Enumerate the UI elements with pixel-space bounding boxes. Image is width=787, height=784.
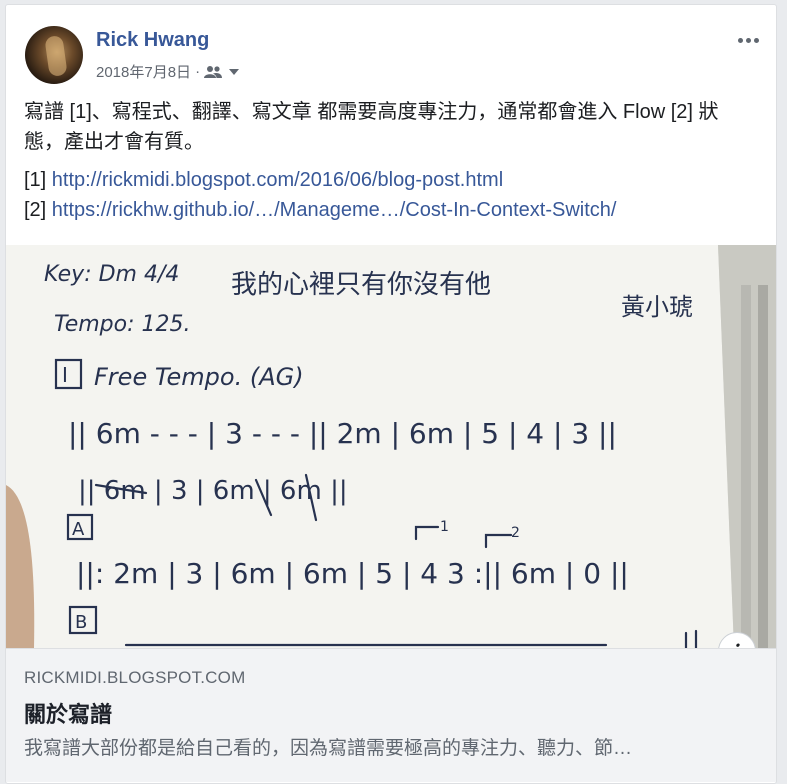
reference-2-link[interactable]: https://rickhw.github.io/…/Manageme…/Cos…: [52, 199, 617, 221]
post-card: Rick Hwang 2018年7月8日 · 寫譜 [1]、寫程式、翻譯、寫文章…: [5, 4, 777, 784]
sheet-section-i-label: I: [62, 363, 68, 387]
friends-icon[interactable]: [204, 65, 224, 79]
more-options-button[interactable]: [734, 33, 762, 47]
author-name[interactable]: Rick Hwang: [96, 29, 209, 52]
post-header: Rick Hwang 2018年7月8日 ·: [22, 23, 764, 87]
sheet-line-3: ||: 2m | 3 | 6m | 6m | 5 | 4 3 :|| 6m | …: [76, 557, 629, 590]
reference-2-label: [2]: [24, 199, 52, 221]
sheet-section-a: A: [72, 519, 85, 540]
shared-link-image[interactable]: Key: Dm 4/4 我的心裡只有你沒有他 黃小琥 Tempo: 125. I…: [6, 245, 776, 648]
sheet-tempo: Tempo: 125.: [54, 312, 191, 337]
link-preview[interactable]: RICKMIDI.BLOGSPOT.COM 關於寫譜 我寫譜大部份都是給自己看的…: [6, 648, 776, 782]
meta-separator: ·: [195, 63, 201, 80]
post-body: 寫譜 [1]、寫程式、翻譯、寫文章 都需要高度專注力，通常都會進入 Flow […: [24, 97, 758, 225]
link-description: 我寫譜大部份都是給自己看的，因為寫譜需要極高的專注力、聽力、節…: [24, 738, 633, 759]
link-domain: RICKMIDI.BLOGSPOT.COM: [24, 668, 246, 687]
dot-icon: [737, 37, 743, 43]
post-date[interactable]: 2018年7月8日: [96, 61, 191, 82]
dot-icon: [753, 37, 759, 43]
author-avatar[interactable]: [25, 26, 83, 84]
sheet-section-i: Free Tempo. (AG): [94, 363, 304, 391]
sheet-key: Key: Dm 4/4: [44, 262, 179, 287]
sheet-ending-1: 1: [440, 519, 449, 535]
reference-2: [2] https://rickhw.github.io/…/Manageme……: [24, 195, 758, 225]
sheet-ending-2: 2: [511, 525, 520, 541]
reference-1-link[interactable]: http://rickmidi.blogspot.com/2016/06/blo…: [52, 169, 503, 191]
sheet-section-b: B: [75, 612, 87, 633]
sheet-line-1: || 6m - - - | 3 - - - || 2m | 6m | 5 | 4…: [68, 417, 617, 450]
post-meta: 2018年7月8日 ·: [96, 61, 240, 82]
link-title[interactable]: 關於寫譜: [24, 697, 112, 729]
dot-icon: [745, 37, 751, 43]
sheet-composer: 黃小琥: [621, 293, 693, 321]
post-paragraph: 寫譜 [1]、寫程式、翻譯、寫文章 都需要高度專注力，通常都會進入 Flow […: [24, 101, 719, 153]
reference-1: [1] http://rickmidi.blogspot.com/2016/06…: [24, 165, 758, 195]
chevron-down-icon[interactable]: [228, 68, 240, 76]
sheet-title: 我的心裡只有你沒有他: [231, 270, 491, 300]
reference-1-label: [1]: [24, 169, 52, 191]
